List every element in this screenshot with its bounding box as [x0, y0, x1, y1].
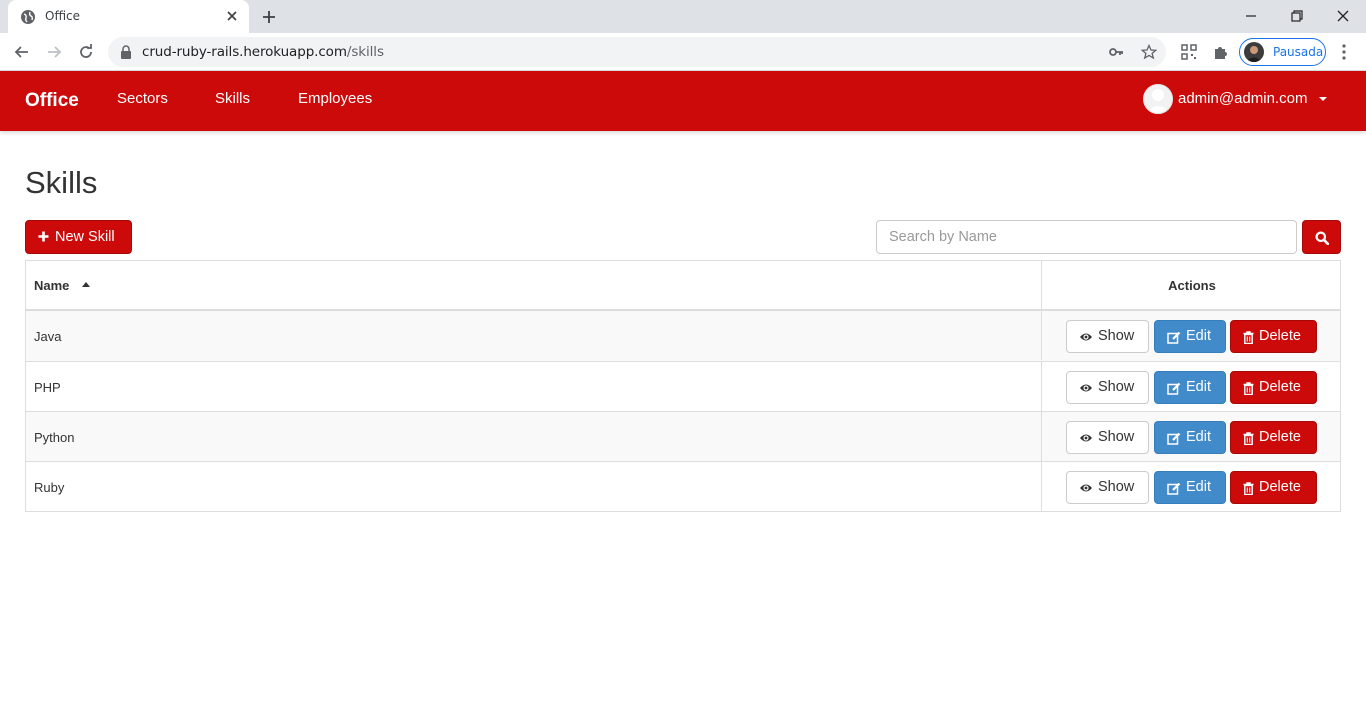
minimize-icon[interactable]: [1241, 6, 1261, 26]
edit-button[interactable]: Edit: [1154, 320, 1226, 353]
edit-label: Edit: [1186, 429, 1211, 445]
show-button[interactable]: Show: [1066, 471, 1149, 504]
user-icon: [1143, 84, 1173, 114]
delete-label: Delete: [1259, 479, 1301, 495]
reload-icon[interactable]: [76, 42, 96, 62]
delete-label: Delete: [1259, 379, 1301, 395]
row-actions: Show Edit Delete: [1041, 462, 1341, 511]
forward-arrow-icon[interactable]: [44, 42, 64, 62]
star-icon[interactable]: [1141, 44, 1157, 60]
new-tab-icon[interactable]: [260, 8, 278, 26]
profile-avatar: [1244, 42, 1264, 62]
new-skill-button[interactable]: New Skill: [25, 220, 132, 254]
skill-name: Ruby: [34, 480, 65, 495]
new-skill-label: New Skill: [55, 229, 115, 245]
qr-code-icon[interactable]: [1180, 43, 1198, 61]
delete-label: Delete: [1259, 328, 1301, 344]
row-actions: Show Edit Delete: [1041, 362, 1341, 411]
edit-label: Edit: [1186, 379, 1211, 395]
trash-icon: [1243, 432, 1254, 445]
app-navbar: Office Sectors Skills Employees admin@ad…: [0, 71, 1366, 131]
sort-asc-icon[interactable]: [82, 282, 90, 287]
more-vert-icon[interactable]: [1336, 43, 1352, 61]
nav-link-skills[interactable]: Skills: [215, 90, 250, 107]
column-header-name[interactable]: Name: [34, 278, 69, 293]
delete-button[interactable]: Delete: [1230, 371, 1317, 404]
table-body: Java Show Edit Delete PHP Show Edit Dele…: [26, 311, 1340, 511]
eye-icon: [1080, 333, 1092, 341]
puzzle-icon[interactable]: [1212, 43, 1230, 61]
edit-button[interactable]: Edit: [1154, 471, 1226, 504]
show-button[interactable]: Show: [1066, 371, 1149, 404]
column-header-actions-cell: Actions: [1041, 261, 1341, 309]
plus-icon: [38, 231, 49, 242]
search-icon: [1315, 231, 1329, 245]
show-label: Show: [1098, 328, 1135, 344]
user-email: admin@admin.com: [1178, 90, 1308, 107]
back-arrow-icon[interactable]: [12, 42, 32, 62]
trash-icon: [1243, 331, 1254, 344]
table-row: Ruby Show Edit Delete: [26, 461, 1340, 511]
nav-link-employees[interactable]: Employees: [298, 90, 372, 107]
address-bar[interactable]: crud-ruby-rails.herokuapp.com/skills: [108, 37, 1166, 67]
column-header-actions: Actions: [1168, 278, 1216, 293]
edit-icon: [1167, 482, 1181, 495]
edit-icon: [1167, 331, 1181, 344]
show-button[interactable]: Show: [1066, 320, 1149, 353]
skill-name: PHP: [34, 380, 61, 395]
lock-icon: [121, 45, 131, 59]
delete-button[interactable]: Delete: [1230, 320, 1317, 353]
brand-link[interactable]: Office: [25, 90, 79, 112]
delete-button[interactable]: Delete: [1230, 421, 1317, 454]
edit-label: Edit: [1186, 479, 1211, 495]
browser-toolbar: crud-ruby-rails.herokuapp.com/skills Pau…: [0, 33, 1366, 71]
show-button[interactable]: Show: [1066, 421, 1149, 454]
window-close-icon[interactable]: [1333, 6, 1353, 26]
key-icon[interactable]: [1108, 44, 1124, 60]
restore-icon[interactable]: [1287, 6, 1307, 26]
skill-name: Java: [34, 329, 62, 344]
table-row: Java Show Edit Delete: [26, 311, 1340, 361]
show-label: Show: [1098, 429, 1135, 445]
close-icon[interactable]: [224, 8, 240, 24]
page-title: Skills: [25, 165, 98, 200]
table-row: Python Show Edit Delete: [26, 411, 1340, 461]
eye-icon: [1080, 384, 1092, 392]
edit-icon: [1167, 432, 1181, 445]
user-avatar: [1143, 84, 1173, 114]
edit-button[interactable]: Edit: [1154, 421, 1226, 454]
search-button[interactable]: [1302, 220, 1341, 254]
profile-button[interactable]: Pausada: [1239, 38, 1326, 66]
profile-label: Pausada: [1273, 45, 1324, 59]
trash-icon: [1243, 382, 1254, 395]
browser-tab[interactable]: Office: [8, 0, 249, 33]
skills-table: Name Actions Java Show Edit Delete PHP S…: [25, 260, 1341, 512]
delete-button[interactable]: Delete: [1230, 471, 1317, 504]
person-icon: [1246, 46, 1262, 62]
table-row: PHP Show Edit Delete: [26, 361, 1340, 411]
trash-icon: [1243, 482, 1254, 495]
search-input[interactable]: [876, 220, 1297, 254]
edit-button[interactable]: Edit: [1154, 371, 1226, 404]
globe-icon: [21, 10, 35, 24]
tab-title: Office: [45, 9, 81, 23]
row-actions: Show Edit Delete: [1041, 311, 1341, 360]
skill-name: Python: [34, 430, 75, 445]
row-actions: Show Edit Delete: [1041, 412, 1341, 461]
browser-tabstrip: Office: [0, 0, 1366, 33]
delete-label: Delete: [1259, 429, 1301, 445]
eye-icon: [1080, 434, 1092, 442]
url-text: crud-ruby-rails.herokuapp.com/skills: [142, 44, 384, 60]
table-header: Name Actions: [26, 261, 1340, 311]
show-label: Show: [1098, 379, 1135, 395]
chevron-down-icon: [1319, 97, 1327, 101]
edit-label: Edit: [1186, 328, 1211, 344]
edit-icon: [1167, 382, 1181, 395]
show-label: Show: [1098, 479, 1135, 495]
nav-link-sectors[interactable]: Sectors: [117, 90, 168, 107]
eye-icon: [1080, 484, 1092, 492]
